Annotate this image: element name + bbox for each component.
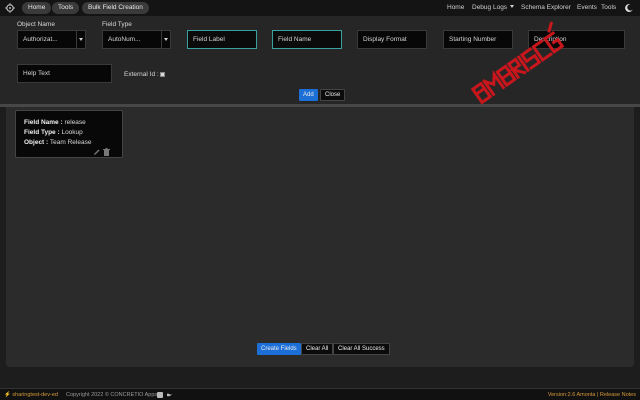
- nav-link-schema-explorer[interactable]: Schema Explorer: [521, 0, 571, 16]
- nav-link-home[interactable]: Home: [447, 0, 464, 16]
- card-field-type: Field Type : Lookup: [24, 129, 83, 136]
- card-field-name: Field Name : release: [24, 119, 86, 126]
- card-field-name-key: Field Name :: [24, 119, 63, 126]
- field-label-input[interactable]: Field Label: [187, 30, 257, 49]
- chevron-down-icon: [161, 31, 170, 48]
- tab-tools[interactable]: Tools: [52, 2, 80, 14]
- external-id-checkbox[interactable]: [160, 72, 165, 77]
- card-field-type-key: Field Type :: [24, 129, 60, 136]
- clear-all-button[interactable]: Clear All: [301, 343, 334, 355]
- add-button[interactable]: Add: [299, 89, 318, 101]
- field-type-value: AutoNum...: [108, 36, 141, 43]
- trash-icon[interactable]: [103, 148, 110, 156]
- field-name-input[interactable]: Field Name: [272, 30, 342, 49]
- gear-logo-icon[interactable]: [5, 3, 15, 13]
- object-name-select[interactable]: Authorizat...: [17, 30, 86, 49]
- chevron-down-icon: [76, 31, 85, 48]
- footer-copyright: Copyright 2022 © CONCRETIO Apps: [66, 392, 158, 398]
- watermark-stamp-image: [470, 21, 565, 105]
- footer-org-label: sharingtest-dev-ed: [12, 392, 58, 398]
- display-format-input[interactable]: Display Format: [357, 30, 427, 49]
- card-object: Object : Team Release: [24, 139, 91, 146]
- card-object-value: Team Release: [49, 139, 92, 146]
- footer-social-icons: [157, 392, 172, 398]
- card-object-key: Object :: [24, 139, 49, 146]
- footer: ⚡ sharingtest-dev-ed Copyright 2022 © CO…: [0, 388, 640, 400]
- tab-home[interactable]: Home: [22, 2, 52, 14]
- top-nav-bar: Home Tools Bulk Field Creation Home Debu…: [0, 0, 640, 16]
- card-field-type-value: Lookup: [61, 129, 83, 136]
- twitter-icon[interactable]: [167, 393, 172, 397]
- card-field-name-value: release: [64, 119, 86, 126]
- card-actions: [94, 148, 110, 156]
- footer-org[interactable]: ⚡ sharingtest-dev-ed: [4, 389, 58, 400]
- object-name-value: Authorizat...: [23, 36, 58, 43]
- help-text-input[interactable]: Help Text: [17, 64, 112, 83]
- create-fields-button[interactable]: Create Fields: [257, 343, 301, 355]
- object-name-label: Object Name: [17, 21, 55, 28]
- nav-link-events[interactable]: Events: [577, 0, 597, 16]
- bolt-icon: ⚡: [4, 392, 11, 398]
- close-button[interactable]: Close: [320, 89, 346, 101]
- moon-icon[interactable]: [624, 3, 634, 13]
- chevron-down-icon: [510, 5, 515, 8]
- nav-link-debug-logs[interactable]: Debug Logs: [472, 0, 515, 16]
- field-type-select[interactable]: AutoNum...: [102, 30, 171, 49]
- nav-link-debug-logs-label: Debug Logs: [472, 4, 508, 11]
- linkedin-icon[interactable]: [157, 392, 163, 398]
- footer-version[interactable]: Version:2.6 Amonta | Release Notes: [548, 389, 636, 400]
- nav-link-tools[interactable]: Tools: [601, 0, 616, 16]
- clear-all-success-button[interactable]: Clear All Success: [333, 343, 390, 355]
- tab-bulk-field-creation[interactable]: Bulk Field Creation: [82, 2, 149, 14]
- field-type-label: Field Type: [102, 21, 132, 28]
- external-id-label: External Id :: [124, 71, 159, 78]
- pencil-icon[interactable]: [94, 149, 100, 156]
